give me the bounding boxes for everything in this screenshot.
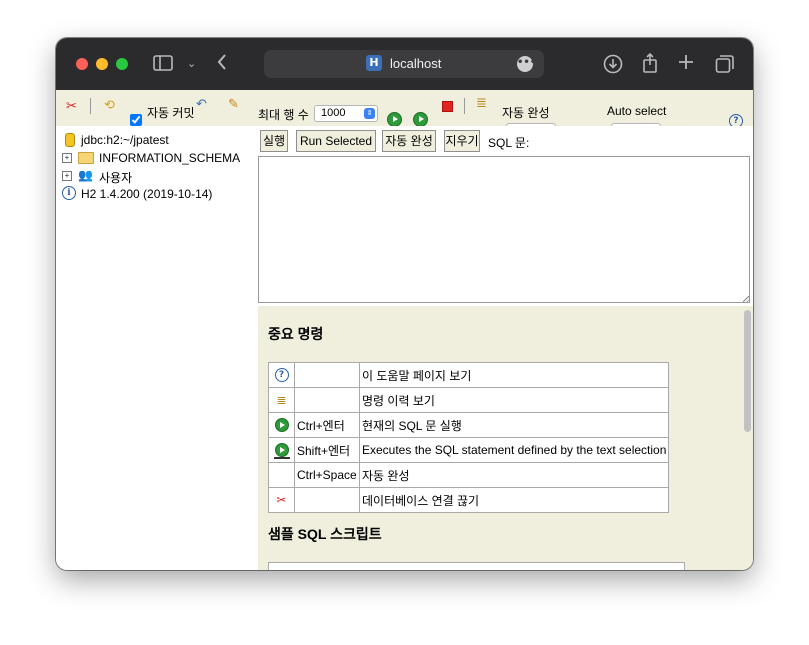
new-tab-icon[interactable]	[678, 54, 694, 75]
max-rows-value: 1000	[321, 107, 346, 119]
auto-complete-button[interactable]: 자동 완성	[382, 130, 436, 152]
tree-item-connection[interactable]: jdbc:h2:~/jpatest	[62, 132, 252, 148]
expand-icon[interactable]: +	[62, 153, 72, 163]
chevron-down-icon[interactable]: ⌄	[187, 55, 196, 73]
shortcut-cell	[294, 387, 360, 413]
help-table: ? 이 도움말 페이지 보기 ≣ 명령 이력 보기 Ctrl+엔터 현재의 SQ…	[268, 362, 670, 513]
table-row: Shift+엔터 Executes the SQL statement defi…	[268, 437, 670, 463]
download-icon[interactable]	[603, 54, 623, 79]
run-icon	[274, 418, 289, 433]
disconnect-icon[interactable]: ✂	[66, 99, 77, 113]
query-pane: 실행 Run Selected 자동 완성 지우기 SQL 문: 중요 명령 ?…	[258, 126, 753, 570]
shortcut-cell: Ctrl+Space	[294, 462, 360, 488]
description-cell: 데이터베이스 연결 끊기	[358, 487, 670, 513]
description-cell: 명령 이력 보기	[358, 387, 670, 413]
tree-item-information-schema[interactable]: + INFORMATION_SCHEMA	[62, 150, 252, 166]
description-cell: 자동 완성	[358, 462, 670, 488]
tree-item-version: i H2 1.4.200 (2019-10-14)	[62, 186, 252, 202]
tab-overview-icon[interactable]	[715, 54, 735, 79]
database-icon	[65, 133, 75, 147]
auto-select-label: Auto select	[607, 104, 667, 118]
table-row: ≣ 명령 이력 보기	[268, 387, 670, 413]
sidebar-toggle-icon[interactable]	[153, 55, 173, 76]
history-icon: ≣	[276, 393, 287, 408]
run-selected-icon[interactable]	[413, 112, 428, 126]
info-icon: i	[62, 186, 76, 200]
result-panel: 중요 명령 ? 이 도움말 페이지 보기 ≣ 명령 이력 보기 Ctrl+엔터 …	[258, 306, 753, 570]
table-row: ? 이 도움말 페이지 보기	[268, 362, 670, 388]
shortcut-cell: Shift+엔터	[294, 437, 360, 463]
browser-titlebar: ⌄ H localhost •••	[56, 38, 753, 90]
h2-logo-icon: H	[366, 55, 382, 71]
help-icon[interactable]: ?	[729, 114, 743, 126]
toolbar-separator	[464, 98, 465, 114]
max-rows-select[interactable]: 1000 ⇕	[314, 105, 378, 122]
zoom-window-button[interactable]	[116, 58, 128, 70]
important-commands-title: 중요 명령	[268, 326, 324, 342]
description-cell: 현재의 SQL 문 실행	[358, 412, 670, 438]
shortcut-cell: Ctrl+엔터	[294, 412, 360, 438]
share-icon[interactable]	[642, 52, 658, 79]
auto-commit-checkbox[interactable]	[130, 114, 142, 126]
result-scrollbar[interactable]	[744, 310, 751, 432]
help-icon: ?	[274, 368, 289, 383]
back-icon[interactable]	[216, 53, 228, 76]
sample-sql-title: 샘플 SQL 스크립트	[268, 526, 382, 542]
disconnect-icon: ✂	[276, 493, 287, 508]
clear-button[interactable]: 지우기	[444, 130, 480, 152]
resize-grip-icon[interactable]	[743, 296, 749, 302]
max-rows-label: 최대 행 수	[258, 108, 309, 122]
auto-commit-label: 자동 커밋	[147, 106, 195, 120]
users-icon: 👥	[78, 168, 93, 182]
shortcut-cell	[294, 362, 360, 388]
more-icon[interactable]: •••	[517, 56, 536, 72]
history-icon[interactable]: ≣	[476, 96, 487, 110]
browser-window: ⌄ H localhost ••• ✂ ⟲ 자동 커밋 ↶ ✎ 최대 행 수 1…	[56, 38, 753, 570]
h2-toolbar: ✂ ⟲ 자동 커밋 ↶ ✎ 최대 행 수 1000 ⇕ ≣ 자동 완성 Auto…	[56, 90, 753, 126]
table-row: Ctrl+Space 자동 완성	[268, 462, 670, 488]
auto-complete-label: 자동 완성	[502, 106, 550, 120]
sql-editor[interactable]	[258, 156, 750, 303]
folder-icon	[78, 152, 94, 164]
select-arrow-icon: ⇕	[364, 108, 375, 119]
schema-tree: jdbc:h2:~/jpatest + INFORMATION_SCHEMA +…	[56, 126, 258, 570]
page-content: ✂ ⟲ 자동 커밋 ↶ ✎ 최대 행 수 1000 ⇕ ≣ 자동 완성 Auto…	[56, 90, 753, 570]
refresh-icon[interactable]: ⟲	[104, 98, 115, 112]
stop-icon[interactable]	[442, 101, 453, 112]
run-button[interactable]: 실행	[260, 130, 288, 152]
sql-statement-label: SQL 문:	[488, 136, 530, 150]
table-row: Ctrl+엔터 현재의 SQL 문 실행	[268, 412, 670, 438]
description-cell: 이 도움말 페이지 보기	[358, 362, 670, 388]
run-icon[interactable]	[387, 112, 402, 126]
toolbar-separator	[90, 98, 91, 114]
commit-icon[interactable]: ✎	[228, 97, 239, 111]
close-window-button[interactable]	[76, 58, 88, 70]
address-bar[interactable]: H localhost •••	[264, 50, 544, 78]
shortcut-cell	[294, 487, 360, 513]
tree-item-users[interactable]: + 👥 사용자	[62, 168, 252, 185]
url-text: localhost	[390, 56, 442, 71]
description-cell: Executes the SQL statement defined by th…	[358, 437, 670, 463]
sample-sql-table	[268, 562, 685, 570]
table-row: ✂ 데이터베이스 연결 끊기	[268, 487, 670, 513]
rollback-icon[interactable]: ↶	[196, 97, 207, 111]
expand-icon[interactable]: +	[62, 171, 72, 181]
run-selected-button[interactable]: Run Selected	[296, 130, 376, 152]
run-selected-icon	[273, 443, 290, 460]
minimize-window-button[interactable]	[96, 58, 108, 70]
